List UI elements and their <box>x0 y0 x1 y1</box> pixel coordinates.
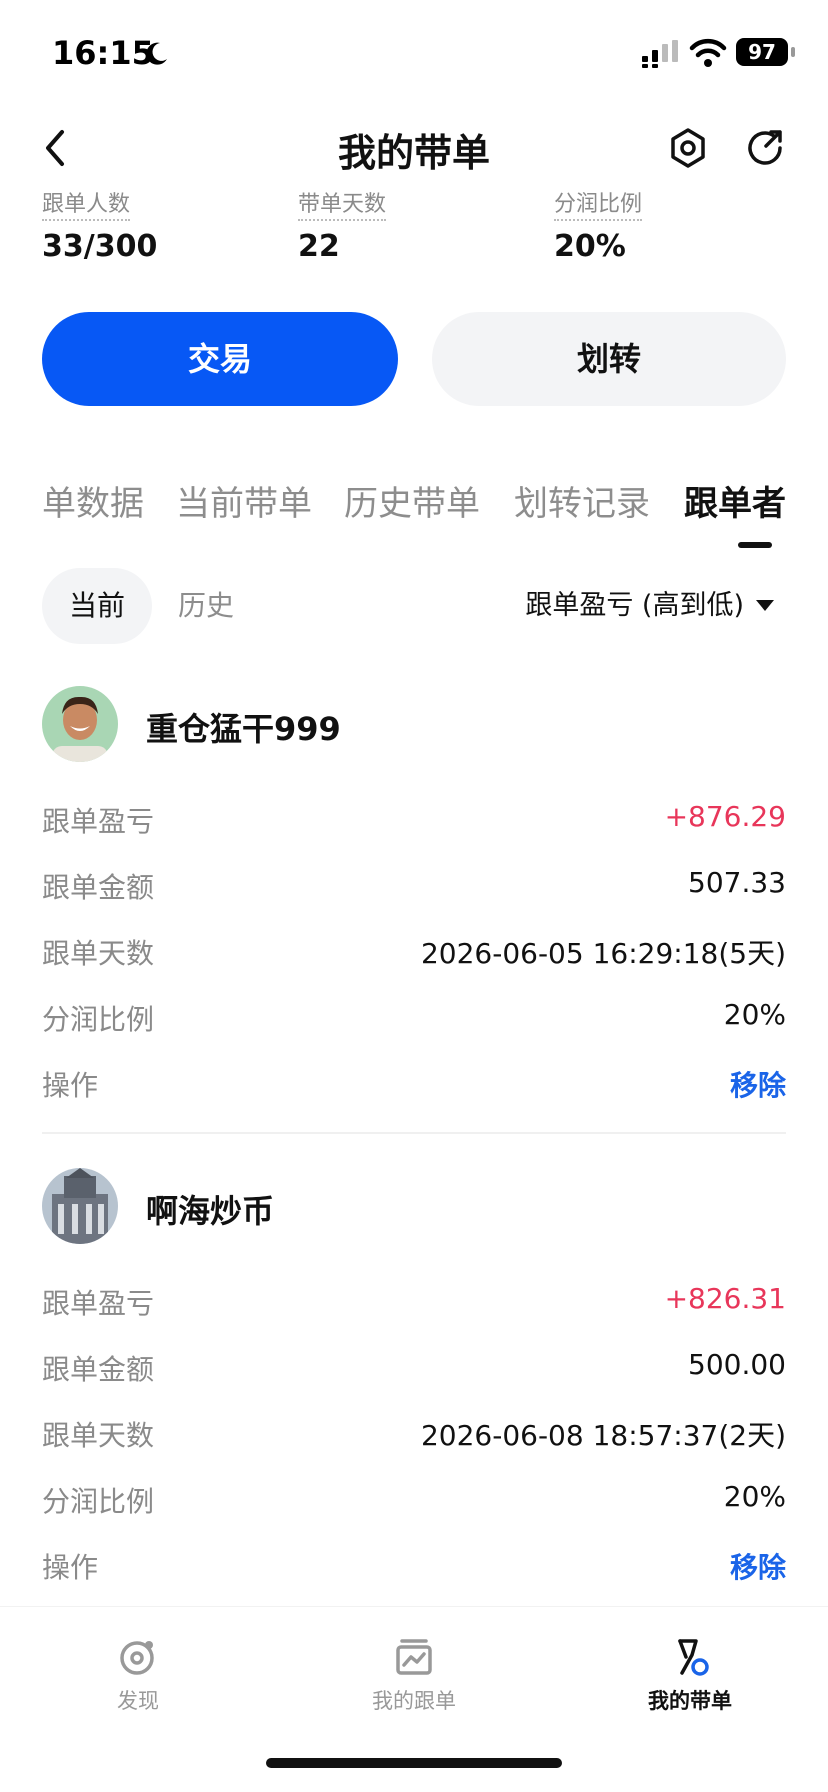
stat-days: 带单天数 22 <box>298 186 387 264</box>
stat-followers: 跟单人数 33/300 <box>42 186 157 264</box>
row-share: 分润比例 20% <box>42 998 786 1038</box>
stat-label: 跟单人数 <box>42 186 131 221</box>
divider <box>42 1132 786 1134</box>
row-operation: 操作 移除 <box>42 1546 786 1586</box>
moon-icon <box>146 42 167 65</box>
nav-label: 发现 <box>117 1689 159 1713</box>
row-amount: 跟单金额 507.33 <box>42 866 786 906</box>
days-value: 2026-06-08 18:57:37(2天) <box>420 1419 786 1452</box>
pnl-value: +876.29 <box>664 800 786 833</box>
tab-current-orders[interactable]: 当前带单 <box>176 476 312 525</box>
row-amount: 跟单金额 500.00 <box>42 1348 786 1388</box>
share-value: 20% <box>723 1480 786 1513</box>
nav-item-my-leads[interactable]: 我的带单 <box>610 1635 770 1715</box>
amount-value: 507.33 <box>688 866 786 899</box>
tab-transfer-records[interactable]: 划转记录 <box>514 476 650 525</box>
row-label: 跟单盈亏 <box>42 805 155 838</box>
nav-bar: 我的带单 <box>0 110 828 186</box>
follower-name: 啊海炒币 <box>146 1192 275 1230</box>
row-pnl: 跟单盈亏 +876.29 <box>42 800 786 840</box>
tab-history-orders[interactable]: 历史带单 <box>344 476 480 525</box>
trade-button[interactable]: 交易 <box>42 312 398 406</box>
pnl-value: +826.31 <box>664 1282 786 1315</box>
caret-down-icon[interactable] <box>756 600 774 611</box>
stat-value: 33/300 <box>42 229 158 264</box>
nav-item-discover[interactable]: 发现 <box>58 1635 218 1715</box>
home-indicator <box>266 1758 562 1768</box>
row-label: 跟单金额 <box>42 1353 155 1386</box>
nav-item-my-follows[interactable]: 我的跟单 <box>334 1635 494 1715</box>
share-value: 20% <box>723 998 786 1031</box>
row-days: 跟单天数 2026-06-08 18:57:37(2天) <box>42 1414 786 1454</box>
wifi-icon <box>689 38 727 67</box>
row-pnl: 跟单盈亏 +826.31 <box>42 1282 786 1322</box>
chart-icon <box>396 1639 432 1675</box>
row-share: 分润比例 20% <box>42 1480 786 1520</box>
sort-dropdown[interactable]: 跟单盈亏 (高到低) <box>525 568 744 644</box>
nav-label: 我的带单 <box>648 1689 732 1713</box>
flag-icon <box>678 1639 709 1676</box>
filter-bar: 当前 历史 跟单盈亏 (高到低) <box>0 568 828 644</box>
status-time: 16:15 <box>52 34 154 72</box>
stat-label: 带单天数 <box>298 186 387 221</box>
stat-value: 20% <box>554 229 626 264</box>
discover-icon <box>120 1641 154 1675</box>
row-label: 跟单金额 <box>42 871 155 904</box>
transfer-button[interactable]: 划转 <box>432 312 786 406</box>
tab-order-data[interactable]: 单数据 <box>42 476 144 525</box>
share-icon[interactable] <box>744 126 786 170</box>
filter-history[interactable]: 历史 <box>178 568 234 644</box>
row-label: 操作 <box>42 1069 99 1102</box>
row-operation: 操作 移除 <box>42 1064 786 1104</box>
tab-active-indicator <box>738 542 772 548</box>
settings-hexagon-icon[interactable] <box>668 126 708 170</box>
stat-value: 22 <box>298 229 340 264</box>
remove-button[interactable]: 移除 <box>730 1546 786 1586</box>
avatar[interactable] <box>42 1168 118 1244</box>
status-bar: 16:15 97 <box>0 0 828 100</box>
row-label: 操作 <box>42 1551 99 1584</box>
tab-followers[interactable]: 跟单者 <box>684 476 786 525</box>
row-label: 跟单天数 <box>42 1419 155 1452</box>
row-label: 跟单天数 <box>42 937 155 970</box>
row-label: 分润比例 <box>42 1003 155 1036</box>
battery-indicator: 97 <box>736 38 795 66</box>
row-label: 跟单盈亏 <box>42 1287 155 1320</box>
row-days: 跟单天数 2026-06-05 16:29:18(5天) <box>42 932 786 972</box>
avatar[interactable] <box>42 686 118 762</box>
stats-row: 跟单人数 33/300 带单天数 22 分润比例 20% <box>0 186 828 266</box>
days-value: 2026-06-05 16:29:18(5天) <box>420 937 786 970</box>
stat-label: 分润比例 <box>554 186 643 221</box>
tab-bar: 单数据 当前带单 历史带单 划转记录 跟单者 <box>0 476 828 556</box>
follower-name: 重仓猛干999 <box>146 710 341 748</box>
nav-label: 我的跟单 <box>372 1689 456 1713</box>
row-label: 分润比例 <box>42 1485 155 1518</box>
filter-current[interactable]: 当前 <box>42 568 152 644</box>
remove-button[interactable]: 移除 <box>730 1064 786 1104</box>
amount-value: 500.00 <box>688 1348 786 1381</box>
stat-share-ratio: 分润比例 20% <box>554 186 643 264</box>
signal-icon <box>642 40 678 68</box>
